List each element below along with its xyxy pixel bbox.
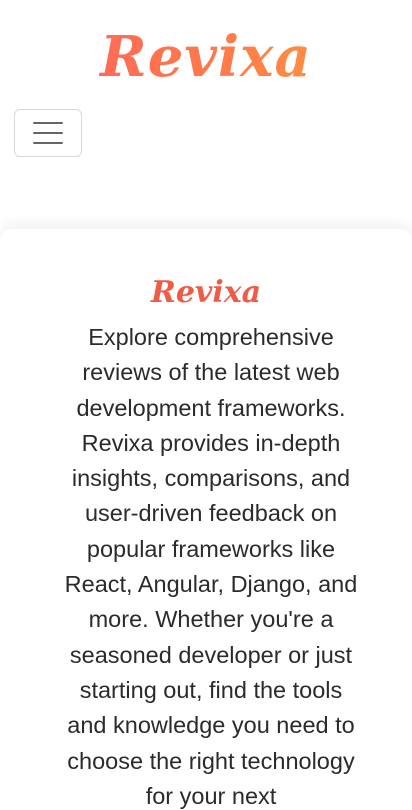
hero-description: Explore comprehensive reviews of the lat… [64, 324, 358, 809]
menu-toggle-button[interactable] [14, 109, 82, 157]
hamburger-menu-icon [33, 122, 63, 144]
brand-logo[interactable]: Revixa [0, 22, 412, 92]
page: Revixa Revixa Explore comprehensive revi… [0, 0, 412, 810]
hero-title: Revixa [150, 275, 262, 311]
